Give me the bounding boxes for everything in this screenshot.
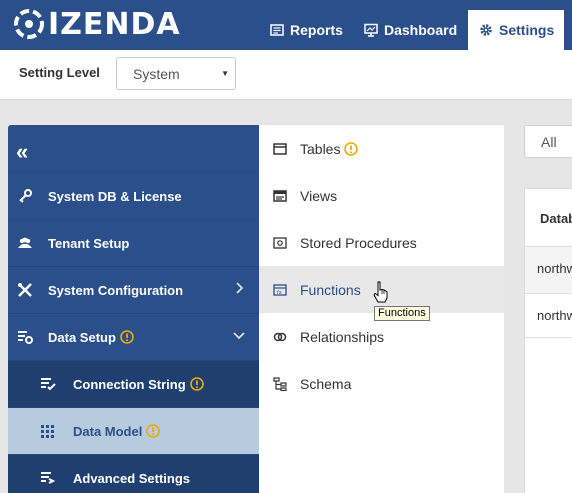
gear-icon xyxy=(480,24,492,36)
reports-icon xyxy=(270,24,284,36)
sidebar-item-data-setup[interactable]: Data Setup xyxy=(8,313,259,360)
hand-cursor-icon xyxy=(373,281,388,303)
table-icon xyxy=(273,142,287,155)
sidebar-item-label: Data Model xyxy=(73,423,143,439)
stored-procedure-icon xyxy=(273,236,287,249)
brand-logo[interactable]: IZENDA xyxy=(12,6,181,42)
menu-item-label: Tables xyxy=(300,140,341,157)
connection-icon xyxy=(41,378,56,391)
menu-item-label: Schema xyxy=(300,375,352,392)
warning-icon xyxy=(189,377,204,391)
sidebar-item-label: Connection String xyxy=(73,376,186,392)
nav-tab-settings-label: Settings xyxy=(499,22,555,38)
setting-level-label: Setting Level xyxy=(19,65,100,80)
warning-icon xyxy=(120,330,134,344)
users-icon xyxy=(18,237,32,248)
view-icon xyxy=(273,189,287,202)
menu-item-tables[interactable]: Tables xyxy=(259,125,504,172)
key-icon xyxy=(19,189,32,203)
schema-icon xyxy=(273,376,287,391)
sidebar-item-connection-string[interactable]: Connection String xyxy=(8,360,259,407)
nav-tab-dashboard-label: Dashboard xyxy=(384,22,458,38)
table-row[interactable]: northw xyxy=(525,246,572,293)
warning-icon xyxy=(146,424,161,438)
nav-tab-dashboard[interactable]: Dashboard xyxy=(364,10,457,50)
setting-level-value: System xyxy=(133,66,180,82)
menu-item-schema[interactable]: Schema xyxy=(259,360,504,407)
nav-tab-reports-label: Reports xyxy=(290,22,343,38)
filter-value: All xyxy=(541,134,557,150)
database-grid: Datab northw northw xyxy=(524,188,572,338)
function-icon: fx xyxy=(273,283,287,296)
svg-text:fx: fx xyxy=(277,290,282,296)
sidebar-item-label: Data Setup xyxy=(48,329,116,345)
brand-name: IZENDA xyxy=(48,6,181,42)
nav-tab-settings[interactable]: Settings xyxy=(468,10,564,50)
menu-item-label: Stored Procedures xyxy=(300,234,417,251)
grid-column-header[interactable]: Datab xyxy=(540,211,572,226)
top-nav-bar: IZENDA Reports Dashboard Settings xyxy=(0,0,572,50)
filter-select[interactable]: All xyxy=(524,125,572,158)
table-row[interactable]: northw xyxy=(525,293,572,340)
setting-level-bar: Setting Level System ▼ xyxy=(0,50,572,100)
grid-cell: northw xyxy=(537,308,572,323)
logo-icon xyxy=(14,9,44,39)
menu-item-label: Relationships xyxy=(300,328,385,345)
chevron-right-icon xyxy=(236,282,244,294)
dashboard-icon xyxy=(364,23,378,37)
warning-icon xyxy=(344,141,359,156)
data-setup-icon xyxy=(18,331,33,344)
functions-tooltip: Functions xyxy=(374,306,430,321)
sidebar-item-advanced-settings[interactable]: Advanced Settings xyxy=(8,454,259,493)
settings-sidebar: « System DB & License Tenant Setup Syste… xyxy=(8,125,259,493)
sidebar-item-system-db-license[interactable]: System DB & License xyxy=(8,172,259,219)
advanced-icon xyxy=(41,472,56,484)
menu-item-label: Functions xyxy=(300,281,361,298)
nav-tab-reports[interactable]: Reports xyxy=(270,10,343,50)
grid-cell: northw xyxy=(537,261,572,276)
chevron-down-icon xyxy=(233,332,245,340)
chevron-down-icon: ▼ xyxy=(221,69,229,78)
sidebar-item-label: System Configuration xyxy=(48,282,184,298)
relationship-icon xyxy=(273,332,287,341)
sidebar-item-system-configuration[interactable]: System Configuration xyxy=(8,266,259,313)
menu-item-views[interactable]: Views xyxy=(259,172,504,219)
grid-icon xyxy=(41,425,54,438)
sidebar-item-label: System DB & License xyxy=(48,188,182,204)
tools-icon xyxy=(18,283,32,297)
sidebar-item-label: Tenant Setup xyxy=(48,235,130,251)
setting-level-select[interactable]: System ▼ xyxy=(116,57,236,90)
menu-item-label: Views xyxy=(300,187,338,204)
sidebar-item-label: Advanced Settings xyxy=(73,470,191,486)
collapse-sidebar-icon[interactable]: « xyxy=(16,139,28,165)
right-panel xyxy=(524,338,572,493)
sidebar-item-tenant-setup[interactable]: Tenant Setup xyxy=(8,219,259,266)
menu-item-stored-procedures[interactable]: Stored Procedures xyxy=(259,219,504,266)
sidebar-item-data-model[interactable]: Data Model xyxy=(8,407,259,454)
